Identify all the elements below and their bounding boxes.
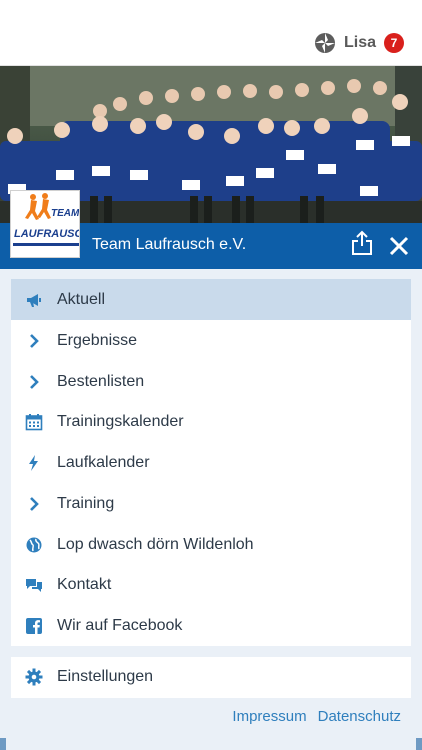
menu-item-einstellungen[interactable]: Einstellungen (11, 657, 411, 698)
app-logo-icon (314, 33, 335, 53)
megaphone-icon (27, 293, 41, 307)
menu-item-training[interactable]: Training (11, 483, 411, 524)
menu-item-trainingskalender[interactable]: Trainingskalender (11, 401, 411, 442)
footer-links: Impressum Datenschutz (232, 708, 401, 725)
scroll-indicator-left (0, 738, 6, 750)
chat-icon (26, 578, 42, 592)
logo-text-team: TEAM (51, 208, 80, 219)
notification-badge[interactable]: 7 (384, 33, 404, 53)
menu-item-bestenlisten[interactable]: Bestenlisten (11, 361, 411, 402)
menu-item-label: Bestenlisten (57, 372, 145, 390)
side-menu: Aktuell Ergebnisse Bestenlisten Training… (11, 279, 411, 646)
menu-item-label: Aktuell (57, 290, 106, 308)
datenschutz-link[interactable]: Datenschutz (318, 708, 401, 725)
user-menu[interactable]: Lisa 7 (314, 30, 404, 56)
menu-item-label: Training (57, 494, 115, 512)
menu-item-lop-dwasch[interactable]: Lop dwasch dörn Wildenloh (11, 524, 411, 565)
chevron-right-icon (30, 496, 39, 511)
menu-item-aktuell[interactable]: Aktuell (11, 279, 411, 320)
menu-item-facebook[interactable]: Wir auf Facebook (11, 605, 411, 646)
menu-item-ergebnisse[interactable]: Ergebnisse (11, 320, 411, 361)
gear-icon (25, 668, 43, 686)
menu-item-laufkalender[interactable]: Laufkalender (11, 442, 411, 483)
impressum-link[interactable]: Impressum (232, 708, 306, 725)
club-title: Team Laufrausch e.V. (92, 236, 247, 253)
chevron-right-icon (30, 333, 39, 348)
menu-item-label: Laufkalender (57, 453, 150, 471)
club-logo: TEAM LAUFRAUSCH (10, 190, 80, 258)
globe-icon (26, 537, 42, 552)
scroll-indicator-right (416, 738, 422, 750)
settings-label: Einstellungen (57, 668, 154, 685)
menu-item-label: Kontakt (57, 575, 112, 593)
menu-item-label: Ergebnisse (57, 331, 138, 349)
menu-item-label: Lop dwasch dörn Wildenloh (57, 535, 254, 553)
chevron-right-icon (30, 374, 39, 389)
menu-item-kontakt[interactable]: Kontakt (11, 564, 411, 605)
menu-item-label: Wir auf Facebook (57, 616, 183, 634)
menu-item-label: Trainingskalender (57, 412, 184, 430)
share-icon[interactable] (350, 230, 374, 256)
logo-text-laufrausch: LAUFRAUSCH (14, 228, 80, 240)
facebook-icon (26, 617, 42, 634)
top-bar: Lisa 7 (0, 0, 422, 66)
user-name[interactable]: Lisa (344, 34, 376, 52)
lightning-icon (29, 454, 38, 471)
calendar-icon (25, 413, 43, 430)
close-icon[interactable] (388, 235, 410, 257)
